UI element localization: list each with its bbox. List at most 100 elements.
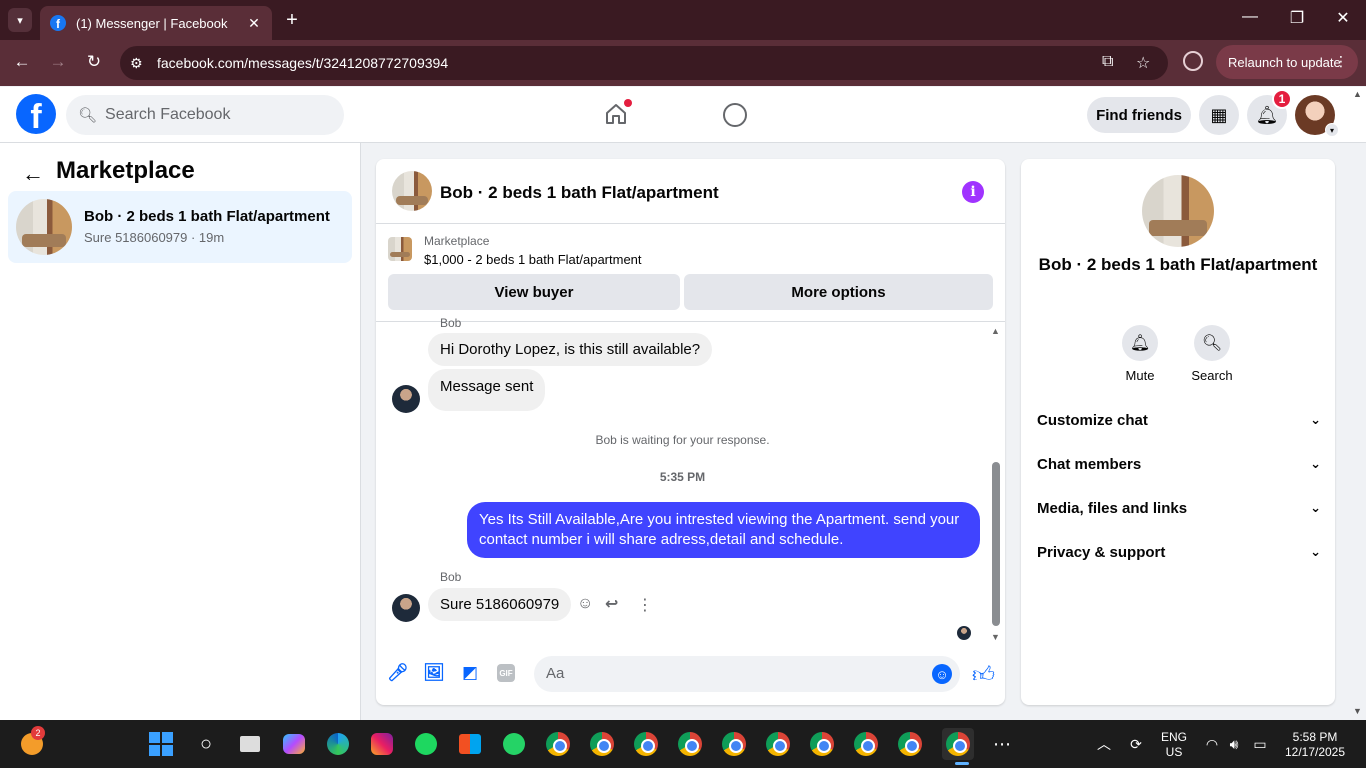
chat-header: Bob · 2 beds 1 bath Flat/apartment i bbox=[376, 159, 1005, 224]
chrome-profile-icon[interactable] bbox=[894, 728, 926, 760]
clock[interactable]: 5:58 PM 12/17/2025 bbox=[1280, 730, 1350, 760]
scroll-thumb[interactable] bbox=[992, 462, 1000, 626]
chrome-profile-icon[interactable] bbox=[850, 728, 882, 760]
account-avatar[interactable]: ▾ bbox=[1295, 95, 1339, 137]
language-indicator[interactable]: ENG US bbox=[1156, 730, 1192, 760]
chat-listing-avatar[interactable] bbox=[392, 171, 432, 211]
chrome-profile-icon[interactable] bbox=[586, 728, 618, 760]
instagram-icon[interactable] bbox=[366, 728, 398, 760]
thumbs-up-icon[interactable]: 👍︎ bbox=[972, 661, 995, 688]
reply-icon[interactable]: ↩ bbox=[605, 594, 618, 614]
browser-menu-icon[interactable]: ⋮ bbox=[1334, 53, 1348, 70]
message-thread[interactable]: Bob Hi Dorothy Lopez, is this still avai… bbox=[376, 316, 1005, 644]
react-smiley-icon[interactable]: ☺ bbox=[577, 595, 593, 613]
bob-avatar[interactable] bbox=[392, 594, 420, 622]
message-input[interactable]: Aa bbox=[534, 656, 960, 692]
chrome-profile-icon[interactable] bbox=[718, 728, 750, 760]
conversation-list-item[interactable]: Bob · 2 beds 1 bath Flat/apartment Sure … bbox=[8, 191, 352, 263]
emoji-icon[interactable]: ☺ bbox=[932, 664, 952, 684]
media-files-links-row[interactable]: Media, files and links ⌄ bbox=[1037, 500, 1321, 524]
incoming-message[interactable]: Message sent bbox=[428, 369, 546, 411]
chevron-down-icon: ⌄ bbox=[1310, 544, 1321, 559]
find-friends-button[interactable]: Find friends bbox=[1087, 97, 1191, 133]
microphone-icon[interactable]: 🎤︎ bbox=[387, 663, 409, 683]
chat-scrollbar[interactable]: ▲ ▼ bbox=[989, 324, 1001, 644]
battery-icon[interactable]: ▭ bbox=[1244, 728, 1276, 760]
info-icon[interactable]: i bbox=[962, 181, 984, 203]
search-input[interactable]: 🔍︎ Search Facebook bbox=[66, 95, 344, 135]
info-listing-avatar[interactable] bbox=[1142, 175, 1214, 247]
spotify-icon[interactable] bbox=[410, 728, 442, 760]
page-scroll-down-icon[interactable]: ▼ bbox=[1353, 706, 1362, 716]
more-actions-icon[interactable]: ⋮ bbox=[637, 595, 653, 615]
facebook-favicon-icon: f bbox=[50, 15, 66, 31]
microsoft-store-icon[interactable] bbox=[454, 728, 486, 760]
more-options-button[interactable]: More options bbox=[684, 274, 993, 310]
scroll-down-icon[interactable]: ▼ bbox=[991, 632, 1000, 642]
taskbar-search-icon[interactable]: ○ bbox=[190, 728, 222, 760]
relaunch-button[interactable]: Relaunch to update ⋮ bbox=[1216, 45, 1358, 79]
tab-search-dropdown-icon[interactable]: ▾ bbox=[8, 8, 32, 32]
edge-icon[interactable] bbox=[322, 728, 354, 760]
bob-avatar[interactable] bbox=[392, 385, 420, 413]
copilot-icon[interactable] bbox=[278, 728, 310, 760]
incoming-message[interactable]: Hi Dorothy Lopez, is this still availabl… bbox=[428, 333, 713, 366]
browser-profile-icon[interactable] bbox=[1183, 51, 1203, 71]
minimize-icon[interactable]: — bbox=[1238, 8, 1262, 26]
incoming-message[interactable]: Sure 5186060979 bbox=[428, 588, 572, 621]
search-conversation-button[interactable]: 🔍︎ Search bbox=[1182, 325, 1242, 383]
chrome-icon[interactable] bbox=[542, 728, 574, 760]
row-label: Privacy & support bbox=[1037, 544, 1166, 561]
site-info-icon[interactable]: ⚙ bbox=[130, 55, 143, 72]
row-label: Media, files and links bbox=[1037, 500, 1188, 517]
task-view-icon[interactable] bbox=[234, 728, 266, 760]
chrome-profile-icon[interactable] bbox=[630, 728, 662, 760]
sync-icon[interactable]: ⟳ bbox=[1120, 728, 1152, 760]
outgoing-message[interactable]: Yes Its Still Available,Are you intreste… bbox=[467, 502, 980, 558]
sticker-icon[interactable]: ◩ bbox=[460, 663, 480, 683]
customize-chat-row[interactable]: Customize chat ⌄ bbox=[1037, 412, 1321, 436]
browser-toolbar: ← → ↻ ⚙ facebook.com/messages/t/32412087… bbox=[0, 40, 1366, 86]
groups-icon[interactable] bbox=[723, 103, 747, 127]
chat-members-row[interactable]: Chat members ⌄ bbox=[1037, 456, 1321, 480]
browser-tab[interactable]: f (1) Messenger | Facebook ✕ bbox=[40, 6, 272, 40]
gif-icon[interactable]: GIF bbox=[497, 664, 515, 682]
chrome-profile-icon[interactable] bbox=[762, 728, 794, 760]
view-buyer-button[interactable]: View buyer bbox=[388, 274, 680, 310]
new-tab-icon[interactable]: + bbox=[282, 8, 302, 32]
chrome-active-icon[interactable] bbox=[942, 728, 974, 760]
tab-close-icon[interactable]: ✕ bbox=[246, 15, 262, 32]
more-apps-icon[interactable]: ⋯ bbox=[986, 728, 1018, 760]
chrome-profile-icon[interactable] bbox=[674, 728, 706, 760]
back-icon[interactable]: ← bbox=[10, 52, 34, 72]
url-text[interactable]: facebook.com/messages/t/3241208772709394 bbox=[157, 55, 448, 71]
chat-panel: Bob · 2 beds 1 bath Flat/apartment i Mar… bbox=[376, 159, 1005, 705]
menu-grid-icon[interactable]: ▦ bbox=[1199, 95, 1239, 135]
message-composer: 🎤︎ 🖼︎ ◩ GIF Aa ☺ 👍︎ bbox=[376, 643, 1005, 705]
back-arrow-icon[interactable]: ← bbox=[22, 161, 44, 187]
whatsapp-icon[interactable] bbox=[498, 728, 530, 760]
chrome-profile-icon[interactable] bbox=[806, 728, 838, 760]
bookmark-star-icon[interactable]: ☆ bbox=[1136, 53, 1150, 73]
forward-icon[interactable]: → bbox=[46, 52, 70, 72]
page-scroll-up-icon[interactable]: ▲ bbox=[1353, 89, 1362, 99]
photo-icon[interactable]: 🖼︎ bbox=[423, 663, 445, 683]
windows-start-icon[interactable] bbox=[145, 728, 177, 760]
show-hidden-icons-icon[interactable]: ︿ bbox=[1088, 728, 1120, 760]
message-timestamp: 5:35 PM bbox=[659, 470, 706, 484]
privacy-support-row[interactable]: Privacy & support ⌄ bbox=[1037, 544, 1321, 568]
window-close-icon[interactable]: ✕ bbox=[1331, 8, 1355, 28]
facebook-logo-icon[interactable]: f bbox=[16, 94, 56, 134]
install-app-icon[interactable]: ⧉ bbox=[1102, 53, 1113, 71]
maximize-icon[interactable]: ❐ bbox=[1285, 8, 1309, 28]
marketplace-label: Marketplace bbox=[424, 234, 490, 248]
language-code: ENG bbox=[1160, 730, 1187, 744]
chat-title[interactable]: Bob · 2 beds 1 bath Flat/apartment bbox=[440, 183, 719, 203]
mute-button[interactable]: 🔔︎ Mute bbox=[1110, 325, 1170, 383]
scroll-up-icon[interactable]: ▲ bbox=[991, 326, 1000, 336]
tab-title: (1) Messenger | Facebook bbox=[76, 15, 228, 31]
address-bar[interactable]: ⚙ facebook.com/messages/t/32412087727093… bbox=[120, 46, 1168, 80]
reload-icon[interactable]: ↻ bbox=[82, 52, 106, 72]
search-placeholder: Search Facebook bbox=[105, 106, 231, 123]
listing-price-title[interactable]: $1,000 - 2 beds 1 bath Flat/apartment bbox=[424, 252, 642, 267]
